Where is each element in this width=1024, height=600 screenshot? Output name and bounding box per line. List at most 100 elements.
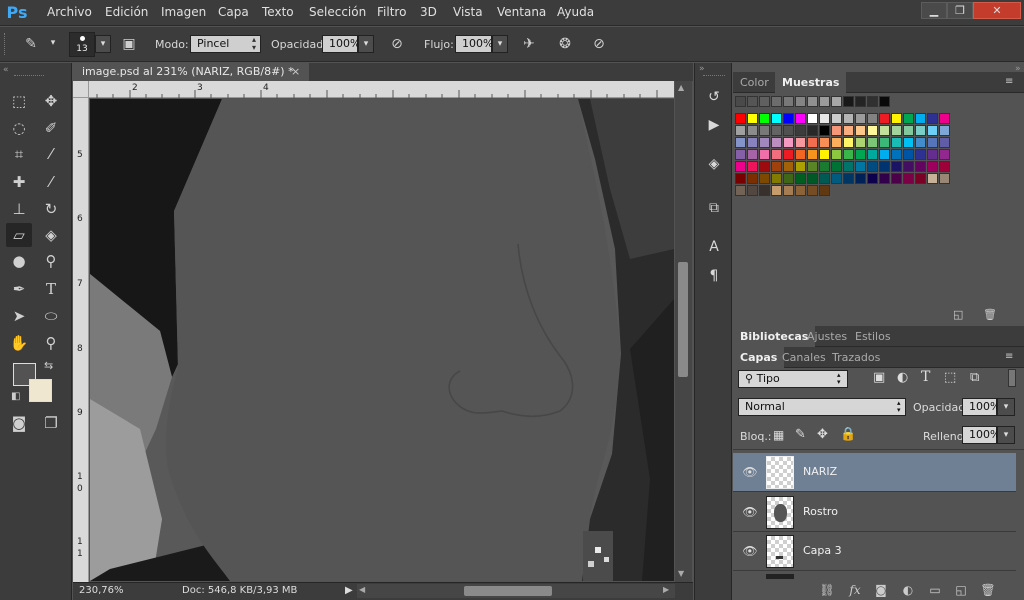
color-swatch[interactable] [771, 173, 782, 184]
lock-pixels-icon[interactable]: ✎ [795, 427, 806, 442]
color-swatch[interactable] [879, 161, 890, 172]
color-swatch[interactable] [771, 125, 782, 136]
scroll-down-icon[interactable]: ▼ [678, 569, 684, 578]
color-swatch[interactable] [879, 125, 890, 136]
color-swatch[interactable] [747, 113, 758, 124]
color-swatch[interactable] [915, 161, 926, 172]
color-swatch[interactable] [783, 173, 794, 184]
fill-input[interactable]: 100% [962, 426, 1000, 444]
color-swatch[interactable] [819, 185, 830, 196]
color-swatch[interactable] [891, 161, 902, 172]
layer-name[interactable]: Rostro [803, 505, 838, 518]
color-swatch[interactable] [891, 173, 902, 184]
color-swatch[interactable] [735, 161, 746, 172]
color-swatch[interactable] [807, 173, 818, 184]
color-swatch[interactable] [783, 161, 794, 172]
color-swatch[interactable] [759, 137, 770, 148]
visibility-eye-icon[interactable]: 👁 [741, 464, 759, 480]
color-swatch[interactable] [771, 161, 782, 172]
marquee-tool-icon[interactable]: ⬚ [6, 89, 32, 113]
color-swatch[interactable] [795, 125, 806, 136]
delete-swatch-icon[interactable]: 🗑 [983, 308, 997, 321]
color-swatch[interactable] [939, 125, 950, 136]
color-swatch[interactable] [819, 137, 830, 148]
quick-mask-icon[interactable]: ◙ [6, 411, 32, 435]
color-swatch[interactable] [879, 137, 890, 148]
pressure-size-icon[interactable]: ⊘ [588, 34, 610, 54]
color-swatch[interactable] [795, 185, 806, 196]
zoom-tool-icon[interactable]: ⚲ [38, 331, 64, 355]
paint-bucket-tool-icon[interactable]: ◈ [38, 223, 64, 247]
color-swatch[interactable] [807, 113, 818, 124]
flow-dropdown-icon[interactable]: ▾ [492, 35, 508, 53]
color-swatch[interactable] [927, 125, 938, 136]
layer-name[interactable]: NARIZ [803, 465, 837, 478]
color-swatch[interactable] [735, 125, 746, 136]
opacity-input[interactable]: 100% [322, 35, 360, 53]
swap-colors-icon[interactable]: ⇆ [44, 359, 53, 372]
airbrush-icon[interactable]: ✈ [518, 34, 540, 54]
tab-color[interactable]: Color [733, 72, 776, 93]
layer-opacity-dropdown-icon[interactable]: ▾ [997, 398, 1015, 416]
color-swatch[interactable] [807, 137, 818, 148]
layers-menu-icon[interactable]: ≡ [1005, 351, 1013, 362]
color-swatch[interactable] [771, 137, 782, 148]
color-swatch[interactable] [891, 125, 902, 136]
color-swatch[interactable] [843, 113, 854, 124]
layer-name[interactable]: Capa 3 [803, 544, 842, 557]
color-swatch[interactable] [783, 137, 794, 148]
paragraph-panel-icon[interactable]: ¶ [703, 265, 725, 287]
menu-ventana[interactable]: Ventana [497, 5, 546, 19]
color-swatch[interactable] [915, 137, 926, 148]
visibility-eye-icon[interactable]: 👁 [741, 504, 759, 520]
color-swatch[interactable] [831, 113, 842, 124]
filter-type-icon[interactable]: T [921, 369, 930, 385]
color-swatch[interactable] [855, 149, 866, 160]
color-swatch[interactable] [855, 137, 866, 148]
layer-style-icon[interactable]: fx [845, 582, 865, 598]
color-swatch[interactable] [855, 173, 866, 184]
color-swatch[interactable] [819, 96, 830, 107]
color-swatch[interactable] [903, 113, 914, 124]
scroll-right-icon[interactable]: ▶ [663, 585, 669, 594]
mode-select[interactable]: Pincel [190, 35, 261, 53]
color-swatch[interactable] [747, 137, 758, 148]
color-swatch[interactable] [855, 113, 866, 124]
screen-mode-icon[interactable]: ❐ [38, 411, 64, 435]
color-swatch[interactable] [771, 185, 782, 196]
color-swatch[interactable] [795, 113, 806, 124]
lock-all-icon[interactable]: 🔒 [840, 427, 856, 442]
horizontal-scrollbar[interactable]: ◀ ▶ [357, 584, 675, 598]
color-swatch[interactable] [771, 149, 782, 160]
color-swatch[interactable] [903, 137, 914, 148]
erase-to-history-icon[interactable]: ❂ [554, 34, 576, 54]
opacity-dropdown-icon[interactable]: ▾ [358, 35, 374, 53]
color-swatch[interactable] [735, 149, 746, 160]
lasso-tool-icon[interactable]: ◌ [6, 116, 32, 140]
color-swatch[interactable] [831, 161, 842, 172]
color-swatch[interactable] [771, 113, 782, 124]
pen-tool-icon[interactable]: ✒ [6, 277, 32, 301]
menu-imagen[interactable]: Imagen [161, 5, 206, 19]
color-swatch[interactable] [903, 125, 914, 136]
color-swatch[interactable] [747, 173, 758, 184]
filter-smart-object-icon[interactable]: ⧉ [970, 370, 979, 385]
3d-panel-icon[interactable]: ◈ [703, 153, 725, 175]
color-swatch[interactable] [855, 96, 866, 107]
color-swatch[interactable] [891, 137, 902, 148]
actions-panel-icon[interactable]: ▶ [703, 114, 725, 136]
color-swatch[interactable] [927, 137, 938, 148]
horizontal-scroll-thumb[interactable] [464, 586, 552, 596]
vertical-scrollbar[interactable]: ▲ ▼ [675, 81, 692, 582]
color-swatch[interactable] [879, 113, 890, 124]
dodge-tool-icon[interactable]: ⚲ [38, 249, 64, 273]
collapse-strip-icon[interactable]: » [699, 64, 705, 74]
color-swatch[interactable] [819, 113, 830, 124]
close-document-icon[interactable]: × [291, 63, 300, 81]
color-swatch[interactable] [819, 161, 830, 172]
brush-panel-icon[interactable]: ▣ [118, 34, 140, 54]
color-swatch[interactable] [831, 137, 842, 148]
blend-mode-select[interactable]: Normal ▴ ▾ [738, 398, 906, 416]
color-swatch[interactable] [759, 149, 770, 160]
layer-filter-select[interactable]: ⚲ Tipo ▴ ▾ [738, 370, 848, 388]
